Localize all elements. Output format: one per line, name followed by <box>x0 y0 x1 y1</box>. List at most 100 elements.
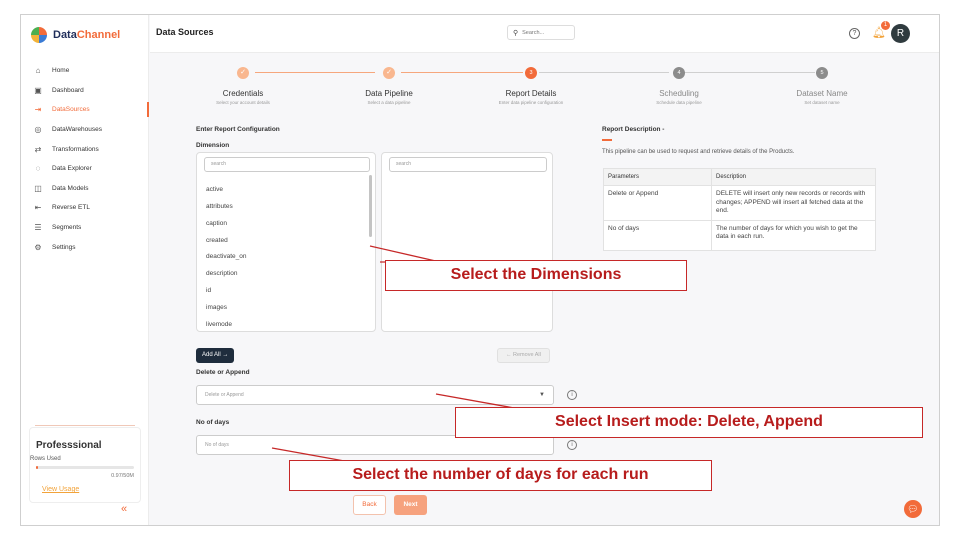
sidebar-item-reverse-etl[interactable]: ⇤ Reverse ETL <box>21 198 149 218</box>
brand-name-part1: Data <box>53 29 77 41</box>
dashboard-icon: ▣ <box>34 85 42 95</box>
sidebar-item-label: Settings <box>52 243 76 251</box>
plan-card: Professsional Rows Used 0.97/50M View Us… <box>29 427 141 503</box>
callout-days: Select the number of days for each run <box>289 460 712 491</box>
sidebar-item-label: Data Models <box>52 184 89 192</box>
explorer-icon: ◌ <box>35 164 41 174</box>
table-cell: DELETE will insert only new records or r… <box>711 185 876 221</box>
next-button[interactable]: Next <box>394 495 427 515</box>
sidebar-nav: ⌂ Home ▣ Dashboard ⇥ DataSources ◎ DataW… <box>21 61 149 257</box>
back-button[interactable]: Back <box>353 495 386 515</box>
brand-name-part2: Channel <box>76 29 121 41</box>
dimension-item[interactable]: id <box>206 287 211 294</box>
search-icon: ⚲ <box>513 29 519 37</box>
step-dataset-name[interactable]: 5 Dataset Name Set dataset name <box>767 67 877 105</box>
remove-all-button[interactable]: ← Remove All <box>497 348 550 363</box>
sidebar-item-datawarehouses[interactable]: ◎ DataWarehouses <box>21 120 149 140</box>
avatar[interactable]: R <box>891 24 910 43</box>
step-subtitle: Set dataset name <box>804 100 840 105</box>
step-title: Data Pipeline <box>365 89 413 98</box>
parameters-table: Parameters Description Delete or Append … <box>603 168 876 251</box>
sidebar-item-settings[interactable]: ⚙ Settings <box>21 237 149 257</box>
dimension-item[interactable]: active <box>206 186 223 193</box>
sidebar-item-data-models[interactable]: ◫ Data Models <box>21 179 149 199</box>
add-all-button[interactable]: Add All → <box>196 348 235 363</box>
no-days-label: No of days <box>196 419 230 426</box>
home-icon: ⌂ <box>35 66 41 76</box>
top-header: Data Sources ⚲ ? 🔔︎ 1 R <box>150 15 939 53</box>
dimension-item[interactable]: caption <box>206 220 227 227</box>
sidebar-item-datasources[interactable]: ⇥ DataSources <box>21 100 149 120</box>
logo[interactable]: DataChannel <box>31 27 120 43</box>
title-underline <box>602 139 612 141</box>
step-title: Scheduling <box>659 89 699 98</box>
table-row: No of days The number of days for which … <box>603 219 876 251</box>
no-days-input[interactable]: No of days <box>196 435 554 455</box>
delete-append-select[interactable]: Delete or Append ▼ <box>196 385 554 405</box>
dimension-item[interactable]: livemode <box>206 321 232 328</box>
sidebar-item-segments[interactable]: ☰ Segments <box>21 218 149 238</box>
no-days-placeholder: No of days <box>205 442 229 448</box>
right-search-input[interactable]: search <box>389 157 547 172</box>
left-search-input[interactable]: search <box>204 157 370 172</box>
table-header-row: Parameters Description <box>603 168 876 186</box>
dimension-item[interactable]: images <box>206 304 227 311</box>
step-subtitle: Enter data pipeline configuration <box>498 100 564 105</box>
search-input[interactable] <box>522 29 571 36</box>
step-credentials[interactable]: ✓ Credentials Select your account detail… <box>188 67 298 105</box>
info-icon[interactable]: i <box>567 440 577 450</box>
sidebar-item-dashboard[interactable]: ▣ Dashboard <box>21 81 149 101</box>
models-icon: ◫ <box>34 183 42 193</box>
reverse-etl-icon: ⇤ <box>34 203 42 213</box>
global-search[interactable]: ⚲ <box>507 25 575 40</box>
database-icon: ◎ <box>34 125 42 135</box>
plan-rows-label: Rows Used <box>30 456 61 462</box>
notification-badge: 1 <box>881 21 890 30</box>
segments-icon: ☰ <box>34 223 42 233</box>
sidebar-item-home[interactable]: ⌂ Home <box>21 61 149 81</box>
sidebar-item-label: Segments <box>52 224 82 232</box>
delete-append-placeholder: Delete or Append <box>205 392 244 398</box>
logo-icon <box>31 27 47 43</box>
dimension-item[interactable]: created <box>206 237 228 244</box>
step-number: 3 <box>525 67 537 79</box>
sidebar-item-label: Home <box>52 67 70 75</box>
selected-dimensions-panel: search <box>381 152 553 332</box>
plan-usage-bar <box>36 466 134 469</box>
report-description-title: Report Description - <box>602 126 665 133</box>
column-header: Parameters <box>603 168 712 186</box>
step-data-pipeline[interactable]: ✓ Data Pipeline Select a data pipeline <box>334 67 444 105</box>
step-report-details[interactable]: 3 Report Details Enter data pipeline con… <box>476 67 586 105</box>
dimension-item[interactable]: description <box>206 270 237 277</box>
info-icon[interactable]: i <box>567 390 577 400</box>
step-title: Credentials <box>222 89 264 98</box>
sidebar-item-label: Reverse ETL <box>52 204 90 212</box>
step-check-icon: ✓ <box>383 67 395 79</box>
chevron-down-icon: ▼ <box>539 392 545 398</box>
dimension-item[interactable]: deactivate_on <box>206 253 246 260</box>
step-title: Report Details <box>505 89 557 98</box>
step-number: 5 <box>816 67 828 79</box>
sidebar: DataChannel ⌂ Home ▣ Dashboard ⇥ DataSou… <box>21 15 149 525</box>
available-dimensions-panel: search active attributes caption created… <box>196 152 376 332</box>
step-scheduling[interactable]: 4 Scheduling Schedule data pipeline <box>624 67 734 105</box>
collapse-sidebar-icon[interactable]: « <box>121 503 127 515</box>
sidebar-item-label: Data Explorer <box>52 165 92 173</box>
sidebar-item-label: DataWarehouses <box>52 126 102 134</box>
scrollbar[interactable] <box>369 175 372 237</box>
view-usage-link[interactable]: View Usage <box>42 486 79 493</box>
step-check-icon: ✓ <box>237 67 249 79</box>
sidebar-item-transformations[interactable]: ⇄ Transformations <box>21 139 149 159</box>
sidebar-item-label: Transformations <box>52 145 99 153</box>
chat-icon[interactable]: 💬︎ <box>904 500 922 518</box>
sidebar-item-data-explorer[interactable]: ◌ Data Explorer <box>21 159 149 179</box>
sidebar-item-label: DataSources <box>52 106 90 114</box>
sidebar-item-label: Dashboard <box>52 86 84 94</box>
callout-insert-mode: Select Insert mode: Delete, Append <box>455 407 923 438</box>
help-icon[interactable]: ? <box>849 28 860 39</box>
transform-icon: ⇄ <box>34 144 42 154</box>
dimension-item[interactable]: attributes <box>206 203 233 210</box>
step-number: 4 <box>673 67 685 79</box>
brand-name: DataChannel <box>53 29 120 41</box>
report-description-text: This pipeline can be used to request and… <box>602 149 795 155</box>
